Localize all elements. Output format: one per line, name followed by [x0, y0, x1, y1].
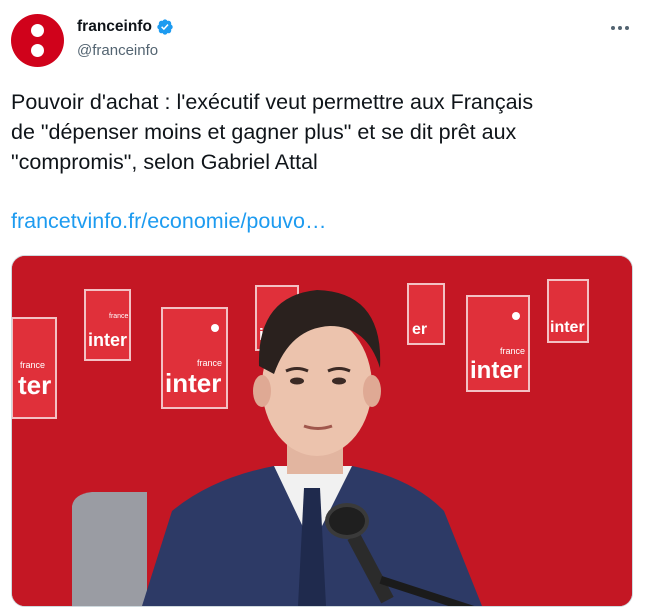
- wall-logo-panel: ter france: [12, 317, 57, 419]
- svg-text:inter: inter: [550, 319, 585, 336]
- svg-text:inter: inter: [88, 330, 127, 350]
- svg-text:france: france: [20, 360, 45, 370]
- svg-text:inter: inter: [470, 357, 522, 384]
- chair: [72, 492, 147, 606]
- wall-logo-panel: inter: [547, 279, 589, 343]
- author-name-row[interactable]: franceinfo: [77, 18, 174, 36]
- wall-logo-panel: france inter: [161, 307, 228, 409]
- avatar-logo-dot: [31, 44, 44, 57]
- svg-text:france: france: [500, 346, 525, 356]
- photo-scene: ter france france inter france inter int…: [12, 256, 632, 606]
- tweet-media-image[interactable]: ter france france inter france inter int…: [11, 255, 633, 607]
- wall-logo-panel: france inter: [466, 295, 530, 392]
- tweet-text: Pouvoir d'achat : l'exécutif veut permet…: [11, 90, 534, 174]
- svg-text:er: er: [412, 321, 427, 338]
- tweet-card[interactable]: franceinfo @franceinfo Pouvoir d'achat :…: [0, 0, 655, 614]
- tweet-link[interactable]: francetvinfo.fr/economie/pouvo…: [11, 209, 327, 234]
- verified-badge-icon: [157, 19, 173, 35]
- handle[interactable]: @franceinfo: [77, 42, 158, 59]
- svg-text:inter: inter: [165, 368, 221, 398]
- more-options-icon[interactable]: [611, 20, 633, 36]
- wall-logo-panel: france inter: [84, 289, 131, 361]
- wall-logo-panel: er: [407, 283, 445, 345]
- display-name[interactable]: franceinfo: [77, 18, 152, 36]
- svg-text:ter: ter: [18, 370, 51, 400]
- svg-text:france: france: [197, 358, 222, 368]
- avatar-logo-dot: [31, 24, 44, 37]
- svg-text:france: france: [109, 313, 129, 320]
- avatar[interactable]: [11, 14, 64, 67]
